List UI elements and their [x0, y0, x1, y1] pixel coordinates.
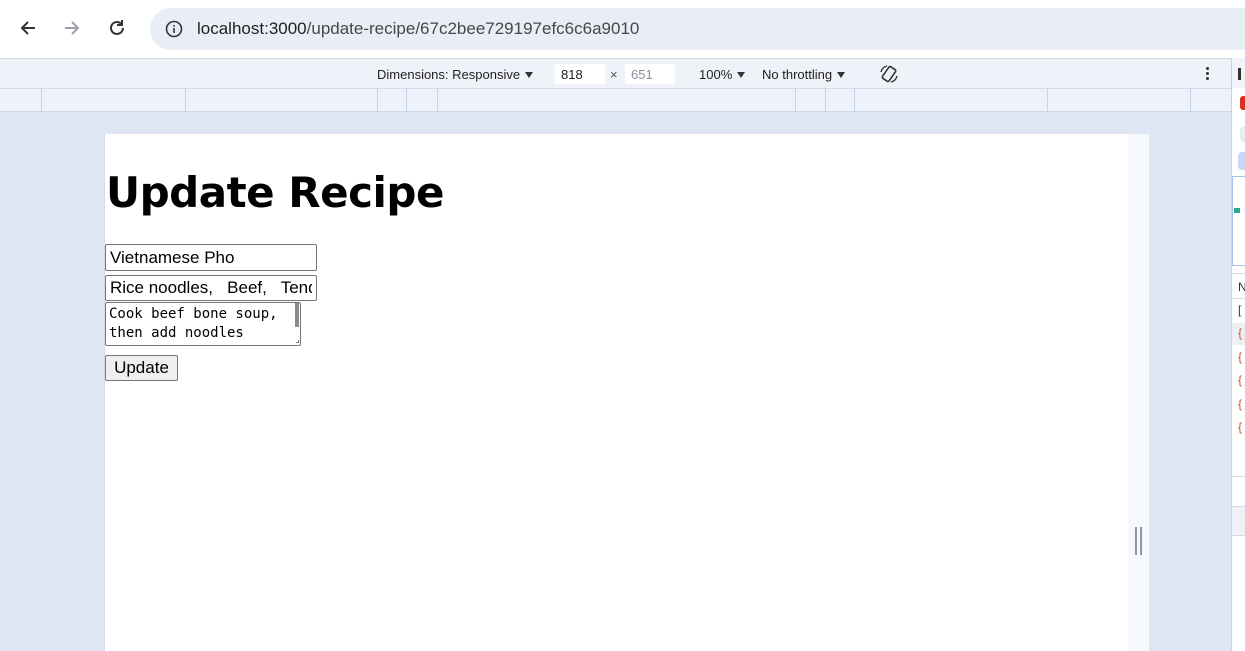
ruler-tick	[406, 89, 407, 111]
devtools-panel: N [ { { { { {	[1231, 58, 1245, 651]
ruler-tick	[1047, 89, 1048, 111]
rotate-icon	[880, 65, 898, 83]
ingredients-input[interactable]	[105, 275, 317, 301]
back-button[interactable]	[11, 11, 45, 45]
textarea-resize-grip[interactable]	[296, 340, 299, 343]
ruler-tick	[437, 89, 438, 111]
ruler-tick	[1190, 89, 1191, 111]
update-button[interactable]: Update	[105, 355, 178, 381]
dimensions-dropdown[interactable]: Dimensions: Responsive	[377, 67, 534, 82]
reload-button[interactable]	[100, 11, 134, 45]
page-title: Update Recipe	[106, 168, 444, 217]
url-text[interactable]: localhost:3000/update-recipe/67c2bee7291…	[197, 19, 639, 39]
reload-icon	[110, 20, 124, 35]
ruler-tick	[795, 89, 796, 111]
address-bar[interactable]: localhost:3000/update-recipe/67c2bee7291…	[150, 8, 1245, 50]
width-input[interactable]	[555, 64, 605, 84]
url-path: /update-recipe/67c2bee729197efc6c6a9010	[306, 19, 640, 38]
url-host: localhost:3000	[197, 19, 307, 38]
ruler-tick	[854, 89, 855, 111]
rotate-button[interactable]	[879, 64, 899, 87]
caret-down-icon	[837, 72, 846, 78]
more-vert-icon[interactable]	[1200, 66, 1214, 82]
ruler-tick	[825, 89, 826, 111]
instructions-textarea[interactable]: Cook beef bone soup, then add noodles	[105, 302, 301, 346]
arrow-right-icon	[65, 21, 80, 35]
zoom-label: 100%	[699, 67, 733, 82]
device-toolbar: Dimensions: Responsive × 100% No throttl…	[0, 58, 1231, 89]
ruler-tick	[377, 89, 378, 111]
times-separator: ×	[610, 67, 618, 82]
textarea-scrollbar[interactable]	[295, 303, 299, 327]
dimensions-label: Dimensions: Responsive	[377, 67, 521, 82]
caret-down-icon	[525, 72, 534, 78]
browser-top-bar: localhost:3000/update-recipe/67c2bee7291…	[0, 0, 1245, 58]
throttling-dropdown[interactable]: No throttling	[762, 67, 846, 82]
viewport-resize-handle[interactable]	[1135, 527, 1142, 555]
arrow-left-icon	[20, 21, 35, 35]
media-query-ruler	[0, 89, 1231, 112]
site-info-button[interactable]	[158, 13, 190, 45]
recipe-name-input[interactable]	[105, 244, 317, 271]
height-input[interactable]	[625, 64, 675, 84]
info-icon	[165, 20, 183, 38]
ruler-tick	[41, 89, 42, 111]
zoom-dropdown[interactable]: 100%	[699, 67, 746, 82]
forward-button[interactable]	[55, 11, 89, 45]
caret-down-icon	[737, 72, 746, 78]
throttling-label: No throttling	[762, 67, 833, 82]
ruler-tick	[185, 89, 186, 111]
viewport-side-strip	[1128, 134, 1149, 651]
